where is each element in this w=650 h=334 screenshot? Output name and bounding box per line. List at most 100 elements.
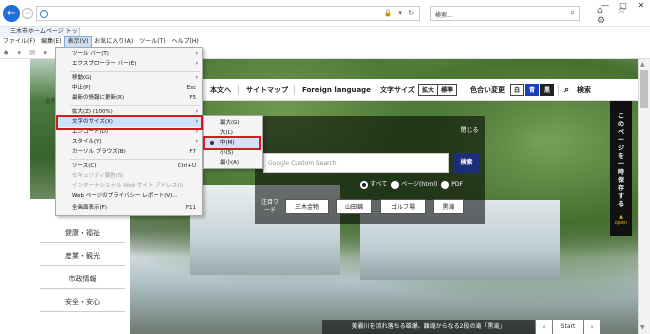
sidenav-safety[interactable]: 安全・安心 [40,292,125,312]
menu-shortcut: F7 [189,149,196,155]
site-header: 本文へ サイトマップ Foreign language 文字サイズ 拡大 標準 … [200,79,638,101]
back-button[interactable]: ← [3,5,20,22]
text-size-largest[interactable]: 最大(G) [204,118,262,128]
menu-item-label: スタイル(Y) [72,139,102,145]
search-icon[interactable]: ⌕ [571,8,575,18]
ie-icon [40,10,48,18]
scope-pdf-radio[interactable] [441,180,450,189]
menu-item-label: 最大(G) [220,120,240,126]
scope-all-label: すべて [370,181,388,188]
browser-tab[interactable]: 三木市ホームページ トップページ [0,27,80,37]
scope-html-radio[interactable] [391,180,400,189]
menu-item-fullscreen[interactable]: 全画面表示(F) F11 [56,203,202,213]
menu-item-label: カーソル ブラウズ(B) [72,149,126,155]
forward-button[interactable]: → [22,8,33,19]
menu-shortcut: Ctrl+U [177,163,196,169]
magnifier-icon[interactable]: ⌕ [564,79,569,101]
keyword-golf-course[interactable]: ゴルフ場 [380,199,426,214]
address-bar[interactable]: 🔒 ▾ ↻ [36,6,420,21]
menu-item-privacy-report[interactable]: Web ページのプライバシー レポート(V)... [56,191,202,201]
scope-all-radio[interactable] [360,180,368,189]
menu-item-label: 全画面表示(F) [72,205,107,211]
color-blue-button[interactable]: 青 [525,84,540,96]
menu-item-label: ソース(C) [72,163,97,169]
scrollbar-thumb[interactable] [640,70,648,108]
menu-item-style[interactable]: スタイル(Y) › [56,137,202,147]
scope-html-label: ページ(html) [401,181,438,188]
submenu-arrow-icon: › [195,138,198,145]
menu-bar: ファイル(F) 編集(E) 表示(V) お気に入り(A) ツール(T) ヘルプ(H) [0,36,650,48]
medium-size-highlight-box [203,136,261,150]
open-toggle[interactable]: ▲ open [613,214,629,226]
scroll-down-arrow-icon[interactable]: ▼ [640,324,645,331]
submenu-arrow-icon: › [195,60,198,67]
color-black-button[interactable]: 黒 [540,84,555,96]
menu-item-label: 中止(P) [72,85,91,91]
search-input-placeholder: Custom Search [291,160,337,167]
skip-to-content-link[interactable]: 本文へ [210,79,231,101]
view-menu: ツール バー(T) › エクスプローラー バー(E) › 移動(G) › 中止(P) E… [55,47,203,216]
header-divider [294,85,295,95]
menu-favorites[interactable]: お気に入り(A) [91,37,136,47]
menu-item-label: Web ページのプライバシー レポート(V)... [72,193,178,199]
slide-start-button[interactable]: Start [553,320,583,334]
menu-file[interactable]: ファイル(F) [0,37,38,47]
slide-prev-button[interactable]: ‹ [536,320,552,334]
save-page-text: このページを一時保存する [617,113,624,208]
keyword-miki-hardware[interactable]: 三木金物 [285,199,329,214]
scroll-up-arrow-icon[interactable]: ▲ [640,61,645,68]
menu-item-label: インターナショナル Web サイト アドレス(I) [72,183,184,189]
keyword-kurotaki[interactable]: 黒滝 [433,199,464,214]
menu-shortcut: Esc [186,85,196,91]
menu-item-label: 小(S) [220,150,234,156]
menu-view[interactable]: 表示(V) [63,36,93,48]
search-scope-options: すべて ページ(html) PDF [360,180,463,190]
menu-tools[interactable]: ツール(T) [136,37,168,47]
foreign-language-link[interactable]: Foreign language [302,79,371,101]
close-window-button[interactable]: ✕ [632,0,650,12]
text-size-smallest[interactable]: 最小(A) [204,158,262,168]
header-divider [238,85,239,95]
color-white-button[interactable]: 白 [510,84,525,96]
close-search-button[interactable]: 閉じる [452,124,487,138]
attention-words-label: 注目ワード [260,199,279,214]
text-standard-button[interactable]: 標準 [437,84,458,96]
sidenav-health-welfare[interactable]: 健康・福祉 [40,223,125,243]
menu-item-go[interactable]: 移動(G) › [56,73,202,83]
menu-item-toolbar[interactable]: ツール バー(T) › [56,49,202,59]
menu-item-source[interactable]: ソース(C) Ctrl+U [56,161,202,171]
menu-item-explorer-bar[interactable]: エクスプローラー バー(E) › [56,59,202,69]
maximize-button[interactable]: □ [614,0,632,12]
site-search-link[interactable]: 検索 [577,79,591,101]
save-page-banner[interactable]: このページを一時保存する ▲ open [610,101,632,236]
header-divider [558,85,559,95]
scope-pdf-label: PDF [451,181,463,188]
text-enlarge-button[interactable]: 拡大 [418,84,439,96]
menu-item-label: 最小(A) [220,160,240,166]
address-tools-icons[interactable]: 🔒 ▾ ↻ [383,9,416,17]
keyword-yamadanishiki[interactable]: 山田錦 [336,199,372,214]
slide-next-button[interactable]: › [584,320,600,334]
menu-item-label: 最新の情報に更新(R) [72,95,125,101]
menu-help[interactable]: ヘルプ(H) [169,37,202,47]
sidenav-city-info[interactable]: 市政情報 [40,269,125,289]
menu-item-international-address: インターナショナル Web サイト アドレス(I) [56,181,202,191]
browser-search-input[interactable]: 検索... ⌕ [430,6,580,21]
submenu-arrow-icon: › [195,50,198,57]
color-change-label: 色合い変更 [470,86,505,94]
search-submit-button[interactable]: 検索 [453,153,480,173]
menu-item-label: エクスプローラー バー(E) [72,61,137,67]
search-placeholder: 検索... [435,12,453,19]
menu-item-stop[interactable]: 中止(P) Esc [56,83,202,93]
menu-item-label: 移動(G) [72,75,92,81]
menu-item-caret-browsing[interactable]: カーソル ブラウズ(B) F7 [56,147,202,157]
sitemap-link[interactable]: サイトマップ [246,79,288,101]
menu-divider [70,159,200,160]
menu-edit[interactable]: 編集(E) [38,37,64,47]
menu-item-security-report: セキュリティ報告(S) [56,171,202,181]
google-custom-search-input[interactable]: Google Custom Search [263,153,449,173]
menu-item-refresh[interactable]: 最新の情報に更新(R) F5 [56,93,202,103]
google-label: Google [268,160,290,167]
minimize-button[interactable]: — [596,0,614,12]
sidenav-industry-tourism[interactable]: 産業・観光 [40,246,125,266]
